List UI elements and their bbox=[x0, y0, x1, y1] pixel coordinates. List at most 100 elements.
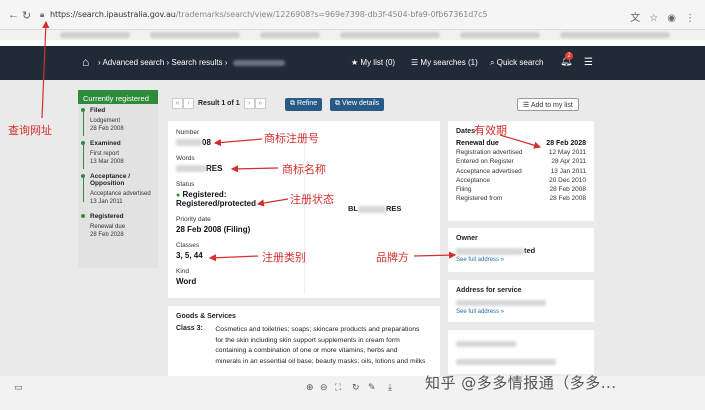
fit-icon[interactable]: ⛶ bbox=[335, 382, 341, 393]
event-label: Lodgement bbox=[90, 118, 121, 124]
my-searches-link[interactable]: ☰ My searches (1) bbox=[411, 58, 478, 67]
external-icon: ⧉ bbox=[335, 100, 340, 107]
annotation-owner: 品牌方 bbox=[376, 251, 409, 264]
bookmark-item[interactable] bbox=[460, 32, 540, 38]
date-label: Registered from bbox=[456, 195, 503, 203]
back-icon[interactable]: ← bbox=[8, 9, 19, 21]
annotation-number: 商标注册号 bbox=[264, 132, 319, 145]
event-date: 28 Feb 2008 bbox=[90, 126, 124, 132]
address-bar[interactable]: https://search.ipaustralia.gov.au/tradem… bbox=[50, 10, 488, 19]
step-title: Acceptance / Opposition bbox=[90, 173, 131, 187]
add-to-list-button[interactable]: ☰ Add to my list bbox=[517, 98, 579, 111]
owner-address-link[interactable]: See full address » bbox=[456, 257, 586, 263]
redacted-text bbox=[456, 358, 556, 365]
more-icon[interactable]: ⋮ bbox=[685, 13, 695, 24]
event-date: 13 Mar 2008 bbox=[90, 159, 124, 165]
edit-icon[interactable]: ✎ bbox=[368, 382, 376, 393]
timeline-step: Registered Renewal due 28 Feb 2028 bbox=[78, 210, 158, 243]
owner-title: Owner bbox=[456, 235, 478, 242]
zoom-in-icon[interactable]: ⊕ bbox=[306, 382, 314, 393]
refine-label: Refine bbox=[296, 100, 318, 107]
sidebar-toggle-icon[interactable]: ▭ bbox=[14, 382, 23, 393]
status-dot-icon: ● bbox=[176, 192, 181, 199]
bookmark-item[interactable] bbox=[340, 32, 440, 38]
lock-icon: 🔒︎ bbox=[40, 10, 45, 19]
breadcrumb-current bbox=[232, 59, 285, 66]
kind-label: Kind bbox=[176, 268, 190, 275]
account-icon[interactable]: ◉ bbox=[667, 13, 676, 24]
annotation-classes: 注册类别 bbox=[262, 251, 306, 264]
watermark: 知乎 @多多情报通（多多... bbox=[425, 374, 617, 392]
mark-representation: BL RES bbox=[348, 204, 401, 213]
service-card: Address for service See full address » bbox=[448, 280, 594, 322]
reload-icon[interactable]: ↻ bbox=[22, 9, 31, 22]
redacted-text bbox=[176, 165, 206, 173]
add-to-list-label: Add to my list bbox=[530, 102, 573, 109]
url-host: https://search.ipaustralia.gov.au bbox=[50, 10, 176, 19]
my-searches-label: My searches (1) bbox=[420, 58, 478, 67]
bookmark-item[interactable] bbox=[60, 32, 130, 38]
home-icon[interactable]: ⌂ bbox=[82, 55, 89, 69]
translate-icon[interactable]: 文 bbox=[630, 13, 640, 24]
bookmark-item[interactable] bbox=[150, 32, 240, 38]
date-row: Filing 28 Feb 2008 bbox=[456, 185, 586, 194]
result-count: Result 1 of 1 bbox=[198, 100, 240, 107]
star-icon: ★ bbox=[351, 58, 359, 67]
star-icon[interactable]: ☆ bbox=[649, 13, 658, 24]
goods-class-label: Class 3: bbox=[176, 325, 203, 332]
first-page-button[interactable]: « bbox=[172, 98, 183, 109]
annotation-status: 注册状态 bbox=[290, 193, 334, 206]
bookmark-item[interactable] bbox=[260, 32, 320, 38]
event-date: 13 Jan 2011 bbox=[90, 199, 123, 205]
mark-text-end: RES bbox=[386, 204, 402, 213]
breadcrumb-search-results[interactable]: Search results bbox=[171, 58, 222, 67]
redacted-text bbox=[456, 340, 516, 347]
menu-icon[interactable]: ☰ bbox=[584, 57, 593, 68]
zoom-out-icon[interactable]: ⊖ bbox=[320, 382, 328, 393]
date-label: Acceptance advertised bbox=[456, 167, 522, 175]
status-label: Status bbox=[176, 181, 195, 188]
my-list-label: My list (0) bbox=[360, 58, 396, 67]
download-icon[interactable]: ⤓ bbox=[388, 382, 392, 393]
dates-card: Dates Renewal due 28 Feb 2028 Registratio… bbox=[448, 121, 594, 221]
view-details-button[interactable]: ⧉ View details bbox=[330, 98, 385, 111]
date-label: Filing bbox=[456, 186, 472, 194]
service-address-link[interactable]: See full address » bbox=[456, 309, 586, 315]
prev-page-button[interactable]: ‹ bbox=[183, 98, 194, 109]
redacted-text bbox=[456, 247, 524, 255]
rotate-icon[interactable]: ↻ bbox=[352, 382, 360, 393]
event-label: Renewal due bbox=[90, 224, 126, 230]
last-page-button[interactable]: » bbox=[254, 98, 266, 109]
kind-value: Word bbox=[176, 277, 197, 286]
redacted-text bbox=[456, 299, 546, 306]
status-banner: Currently registered bbox=[78, 90, 158, 104]
priority-label: Priority date bbox=[176, 216, 211, 223]
annotation-words: 商标名称 bbox=[282, 163, 326, 176]
my-list-link[interactable]: ★ My list (0) bbox=[351, 58, 395, 67]
priority-value: 28 Feb 2008 (Filing) bbox=[176, 225, 251, 234]
bookmark-item[interactable] bbox=[560, 32, 670, 38]
kind-field: Kind Word bbox=[176, 268, 301, 286]
breadcrumb-advanced-search[interactable]: Advanced search bbox=[102, 58, 164, 67]
quick-search-label: Quick search bbox=[496, 58, 544, 67]
refine-button[interactable]: ⧉ Refine bbox=[285, 98, 323, 111]
status-timeline: Currently registered Filed Lodgement 28 F… bbox=[78, 90, 158, 268]
owner-card: Owner ted See full address » bbox=[448, 228, 594, 272]
mark-text-start: BL bbox=[348, 204, 358, 213]
number-value: 08 bbox=[202, 138, 211, 147]
timeline-step: Acceptance / Opposition Acceptance adver… bbox=[78, 170, 158, 210]
url-path: /trademarks/search/view/1226908?s=969e73… bbox=[175, 10, 488, 19]
service-title: Address for service bbox=[456, 287, 522, 294]
date-value: 28 Feb 2008 bbox=[549, 186, 586, 194]
date-label: Renewal due bbox=[456, 140, 499, 147]
next-page-button[interactable]: › bbox=[243, 98, 255, 109]
redacted-text bbox=[176, 139, 202, 147]
date-label: Entered on Register bbox=[456, 158, 514, 166]
site-header: ⌂ › Advanced search › Search results › ★… bbox=[0, 46, 705, 80]
step-title: Filed bbox=[90, 107, 106, 114]
quick-search-link[interactable]: ⌕ Quick search bbox=[490, 58, 543, 68]
details-card: Number 08 Words RES Status ● Registered:… bbox=[168, 121, 440, 298]
annotation-url: 查询网址 bbox=[8, 124, 52, 137]
timeline-step: Filed Lodgement 28 Feb 2008 bbox=[78, 104, 158, 137]
event-date: 28 Feb 2028 bbox=[90, 232, 124, 238]
